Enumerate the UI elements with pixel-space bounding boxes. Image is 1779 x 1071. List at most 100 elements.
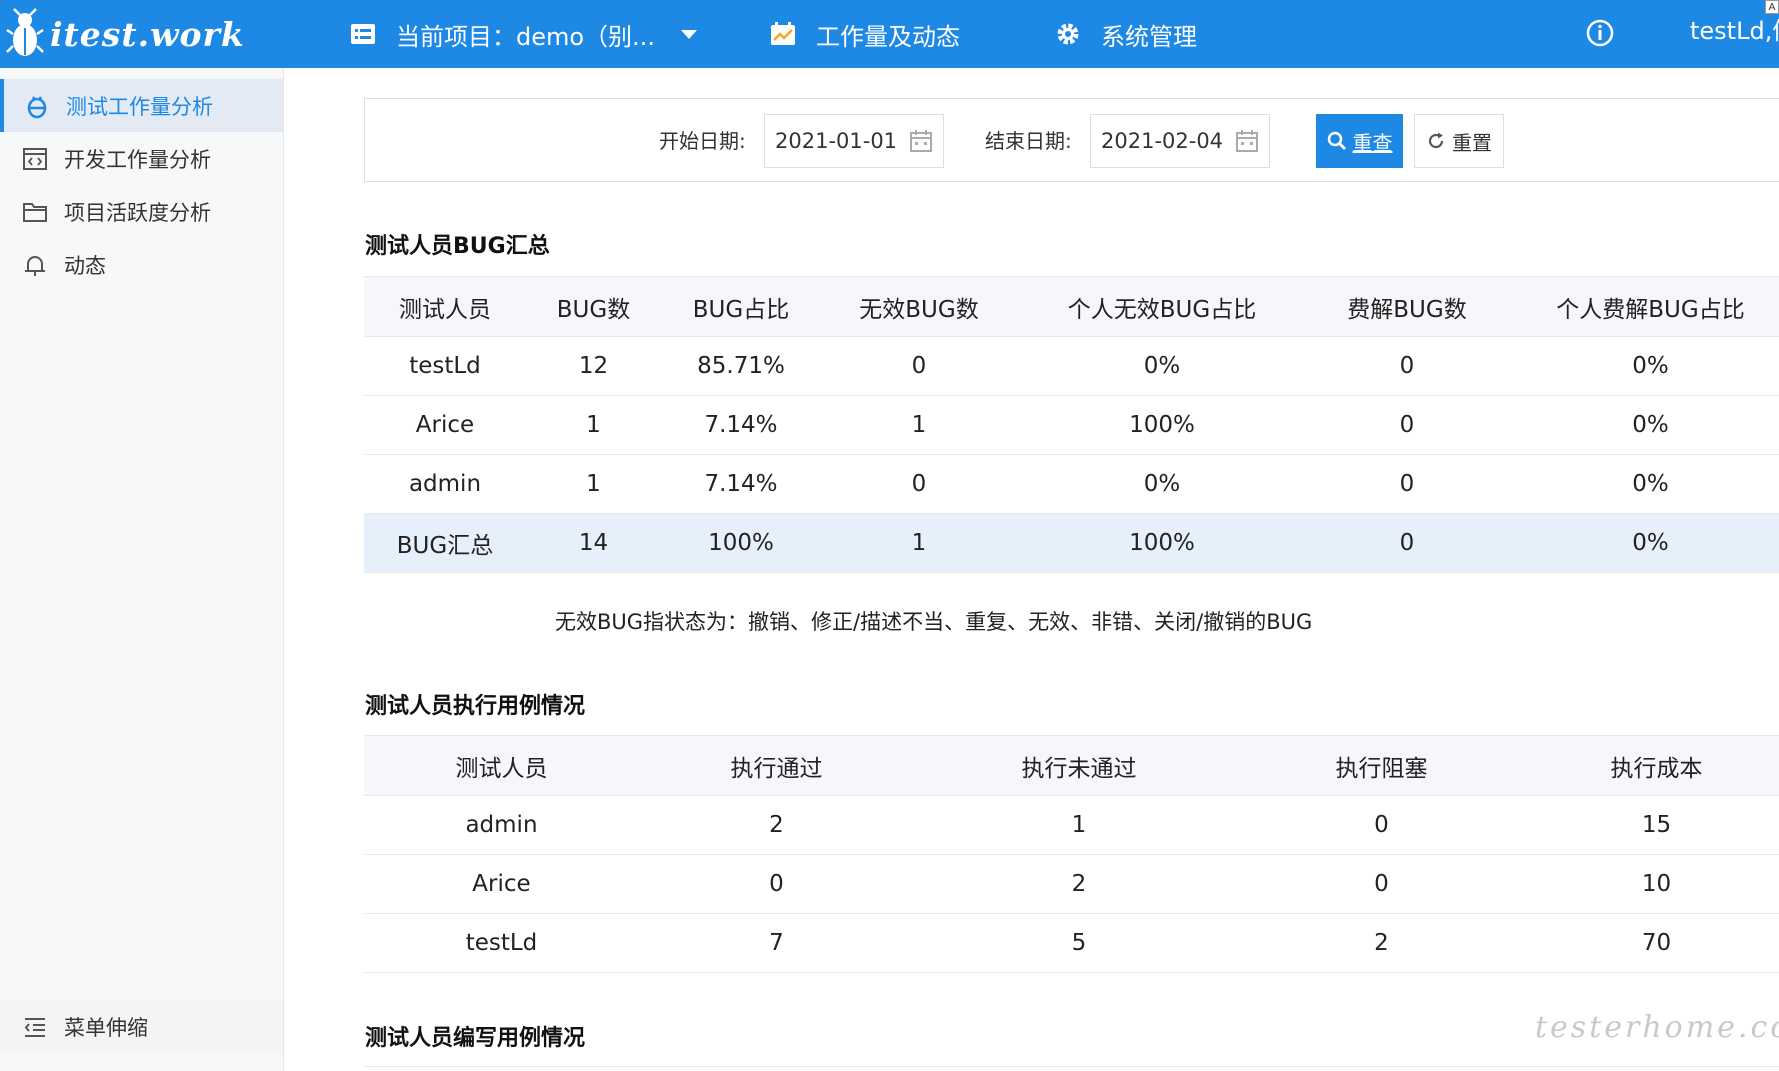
table-cell: 7.14% <box>661 454 821 514</box>
calendar-icon <box>910 130 932 152</box>
divider <box>364 1066 1779 1067</box>
end-date-input[interactable]: 2021-02-04 <box>1090 114 1270 168</box>
reset-label: 重置 <box>1452 130 1492 155</box>
table-cell: 85.71% <box>661 336 821 396</box>
table-row: testLd 12 85.71% 0 0% 0 0% <box>364 336 1779 396</box>
info-icon[interactable] <box>1585 18 1615 48</box>
sidebar-item-label: 项目活跃度分析 <box>64 200 211 225</box>
table-cell: 2 <box>1244 913 1519 973</box>
date-filter-panel: 开始日期: 2021-01-01 结束日期: 2021-02-04 重查 重置 <box>364 98 1779 182</box>
gear-icon <box>1057 23 1079 45</box>
exec-summary-table: 测试人员 执行通过 执行未通过 执行阻塞 执行成本 admin 2 1 0 15… <box>364 735 1779 973</box>
column-header: BUG占比 <box>661 276 821 337</box>
folder-icon <box>23 202 47 222</box>
column-header: 测试人员 <box>364 735 639 796</box>
table-cell: testLd <box>364 336 526 396</box>
top-nav-bar: itest.work 当前项目：demo（别... 工作量及动态 系统管理 te… <box>0 0 1779 68</box>
table-cell: 0 <box>1307 336 1507 396</box>
sidebar-item-label: 开发工作量分析 <box>64 147 211 172</box>
start-date-input[interactable]: 2021-01-01 <box>764 114 944 168</box>
column-header: BUG数 <box>526 276 661 337</box>
table-cell: 0 <box>1244 854 1519 914</box>
table-cell: admin <box>364 454 526 514</box>
code-window-icon <box>23 147 47 170</box>
reset-button[interactable]: 重置 <box>1414 114 1504 168</box>
table-cell: testLd <box>364 913 639 973</box>
table-cell: 100% <box>661 513 821 573</box>
column-header: 执行阻塞 <box>1244 735 1519 796</box>
sidebar-item-project-activity[interactable]: 项目活跃度分析 <box>0 185 283 238</box>
table-cell: 70 <box>1519 913 1779 973</box>
exec-summary-title: 测试人员执行用例情况 <box>365 694 586 719</box>
table-cell: 2 <box>639 795 914 855</box>
bell-icon <box>25 255 45 276</box>
table-cell: 2 <box>914 854 1244 914</box>
table-cell: 0 <box>1244 795 1519 855</box>
sidebar: 测试工作量分析 开发工作量分析 项目活跃度分析 动态 菜单伸缩 <box>0 68 284 1071</box>
nav-workload[interactable]: 工作量及动态 <box>770 0 960 68</box>
table-row: admin 1 7.14% 0 0% 0 0% <box>364 454 1779 514</box>
start-date-value: 2021-01-01 <box>775 129 898 153</box>
table-total-row: BUG汇总 14 100% 1 100% 0 0% <box>364 513 1779 573</box>
list-icon <box>351 24 375 44</box>
table-cell: 12 <box>526 336 661 396</box>
bug-summary-title: 测试人员BUG汇总 <box>365 234 550 259</box>
menu-collapse-label: 菜单伸缩 <box>64 1015 148 1040</box>
menu-collapse-toggle[interactable]: 菜单伸缩 <box>0 1000 283 1053</box>
chart-icon <box>771 22 795 45</box>
app-logo[interactable]: itest.work <box>6 4 286 64</box>
table-cell: 14 <box>526 513 661 573</box>
column-header: 个人费解BUG占比 <box>1507 276 1779 337</box>
column-header: 执行通过 <box>639 735 914 796</box>
table-row: testLd 7 5 2 70 <box>364 913 1779 973</box>
table-cell: 100% <box>1017 513 1307 573</box>
column-header: 测试人员 <box>364 276 526 337</box>
table-cell: 0% <box>1507 513 1779 573</box>
table-cell: 5 <box>914 913 1244 973</box>
write-summary-title: 测试人员编写用例情况 <box>365 1026 586 1051</box>
sidebar-item-label: 测试工作量分析 <box>66 94 213 119</box>
sidebar-item-label: 动态 <box>64 253 106 278</box>
end-date-value: 2021-02-04 <box>1101 129 1224 153</box>
table-cell: Arice <box>364 395 526 455</box>
column-header: 无效BUG数 <box>821 276 1017 337</box>
query-label: 重查 <box>1352 130 1393 155</box>
invalid-bug-note: 无效BUG指状态为：撤销、修正/描述不当、重复、无效、非错、关闭/撤销的BUG <box>555 610 1313 634</box>
column-header: 个人无效BUG占比 <box>1017 276 1307 337</box>
table-cell: 7.14% <box>661 395 821 455</box>
table-cell: 1 <box>526 395 661 455</box>
column-header: 执行成本 <box>1519 735 1779 796</box>
table-cell: 10 <box>1519 854 1779 914</box>
refresh-icon <box>1428 132 1444 149</box>
table-cell: BUG汇总 <box>364 513 526 573</box>
table-cell: 0% <box>1017 454 1307 514</box>
column-header: 费解BUG数 <box>1307 276 1507 337</box>
table-cell: 0% <box>1507 454 1779 514</box>
sidebar-item-dev-workload[interactable]: 开发工作量分析 <box>0 132 283 185</box>
table-cell: 0 <box>821 454 1017 514</box>
table-cell: admin <box>364 795 639 855</box>
table-cell: 100% <box>1017 395 1307 455</box>
nav-system-management[interactable]: 系统管理 <box>1055 0 1197 68</box>
bug-logo-icon <box>6 8 44 56</box>
start-date-label: 开始日期: <box>659 129 746 153</box>
chevron-down-icon <box>680 29 697 39</box>
table-cell: 15 <box>1519 795 1779 855</box>
indent-icon <box>24 1017 45 1037</box>
sidebar-item-activity[interactable]: 动态 <box>0 238 283 291</box>
project-selector[interactable]: 当前项目：demo（别... <box>350 0 697 68</box>
sidebar-item-test-workload[interactable]: 测试工作量分析 <box>0 79 283 132</box>
system-label: 系统管理 <box>1101 22 1197 51</box>
table-row: admin 2 1 0 15 <box>364 795 1779 855</box>
workload-label: 工作量及动态 <box>816 22 960 51</box>
table-cell: 1 <box>914 795 1244 855</box>
end-date-label: 结束日期: <box>985 129 1072 153</box>
query-button[interactable]: 重查 <box>1316 114 1403 168</box>
column-header: 执行未通过 <box>914 735 1244 796</box>
table-cell: 0 <box>1307 513 1507 573</box>
table-cell: 1 <box>821 395 1017 455</box>
table-cell: 1 <box>526 454 661 514</box>
table-header-row: 测试人员 执行通过 执行未通过 执行阻塞 执行成本 <box>364 735 1779 796</box>
table-cell: 0% <box>1507 336 1779 396</box>
table-cell: 0 <box>1307 454 1507 514</box>
